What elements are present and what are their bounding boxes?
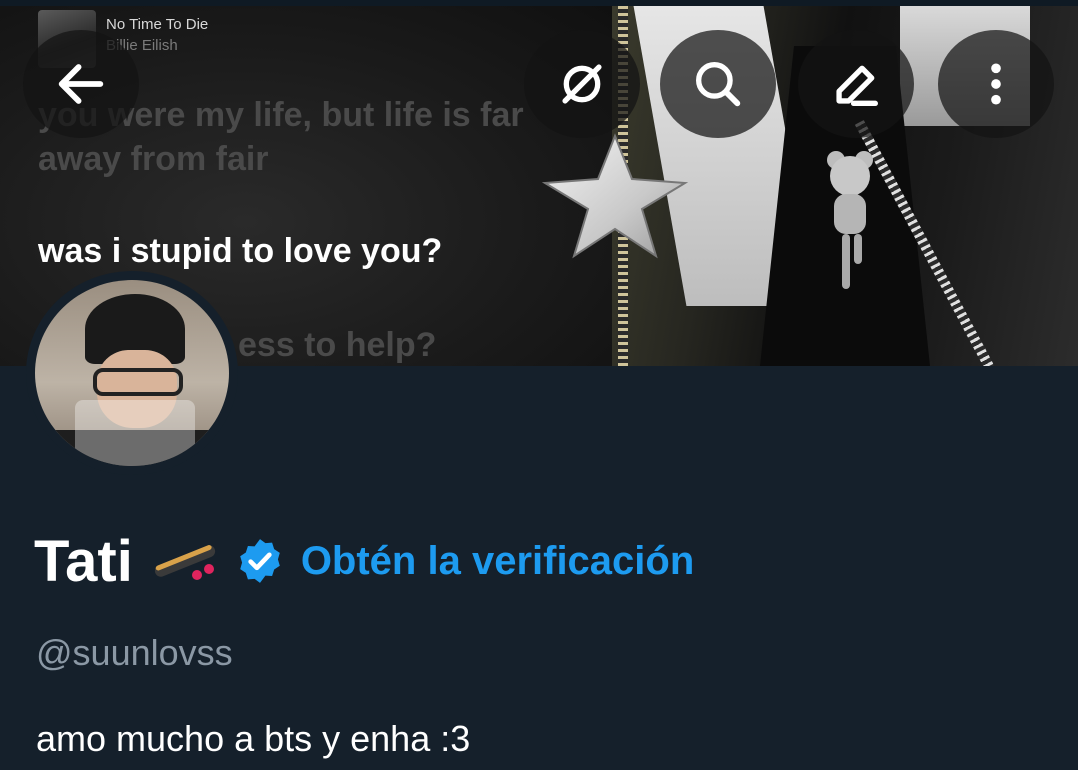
more-button[interactable] [938, 30, 1054, 138]
display-name: Tati [34, 528, 133, 594]
lyric-line: away from fair [38, 140, 269, 178]
lyric-current-line: was i stupid to love you? [38, 232, 443, 270]
glasses-shape [93, 368, 183, 396]
get-verified-link[interactable]: Obtén la verificación [301, 539, 694, 584]
verified-badge-icon[interactable] [235, 536, 285, 586]
bear-charm-icon [827, 151, 873, 289]
skateboard-icon [154, 545, 215, 580]
edit-pencil-icon [836, 65, 878, 106]
more-vertical-icon [991, 63, 1001, 105]
back-arrow-icon [58, 64, 104, 104]
profile-name-row: Tati Obtén la verificación [34, 526, 694, 596]
glass-cup-shape [75, 400, 195, 466]
lyric-line: ess to help? [238, 326, 437, 364]
profile-bio: amo mucho a bts y enha :3 [36, 718, 471, 759]
edit-button[interactable] [798, 30, 914, 138]
grok-button[interactable] [524, 30, 640, 138]
username-handle: @suunlovss [36, 632, 233, 673]
search-button[interactable] [660, 30, 776, 138]
star-sticker-icon [541, 133, 689, 259]
song-title: No Time To Die [106, 16, 209, 33]
avatar[interactable] [26, 271, 238, 475]
search-icon [696, 62, 741, 107]
back-button[interactable] [23, 30, 139, 138]
grok-icon [562, 64, 602, 104]
avatar-image [35, 280, 229, 466]
